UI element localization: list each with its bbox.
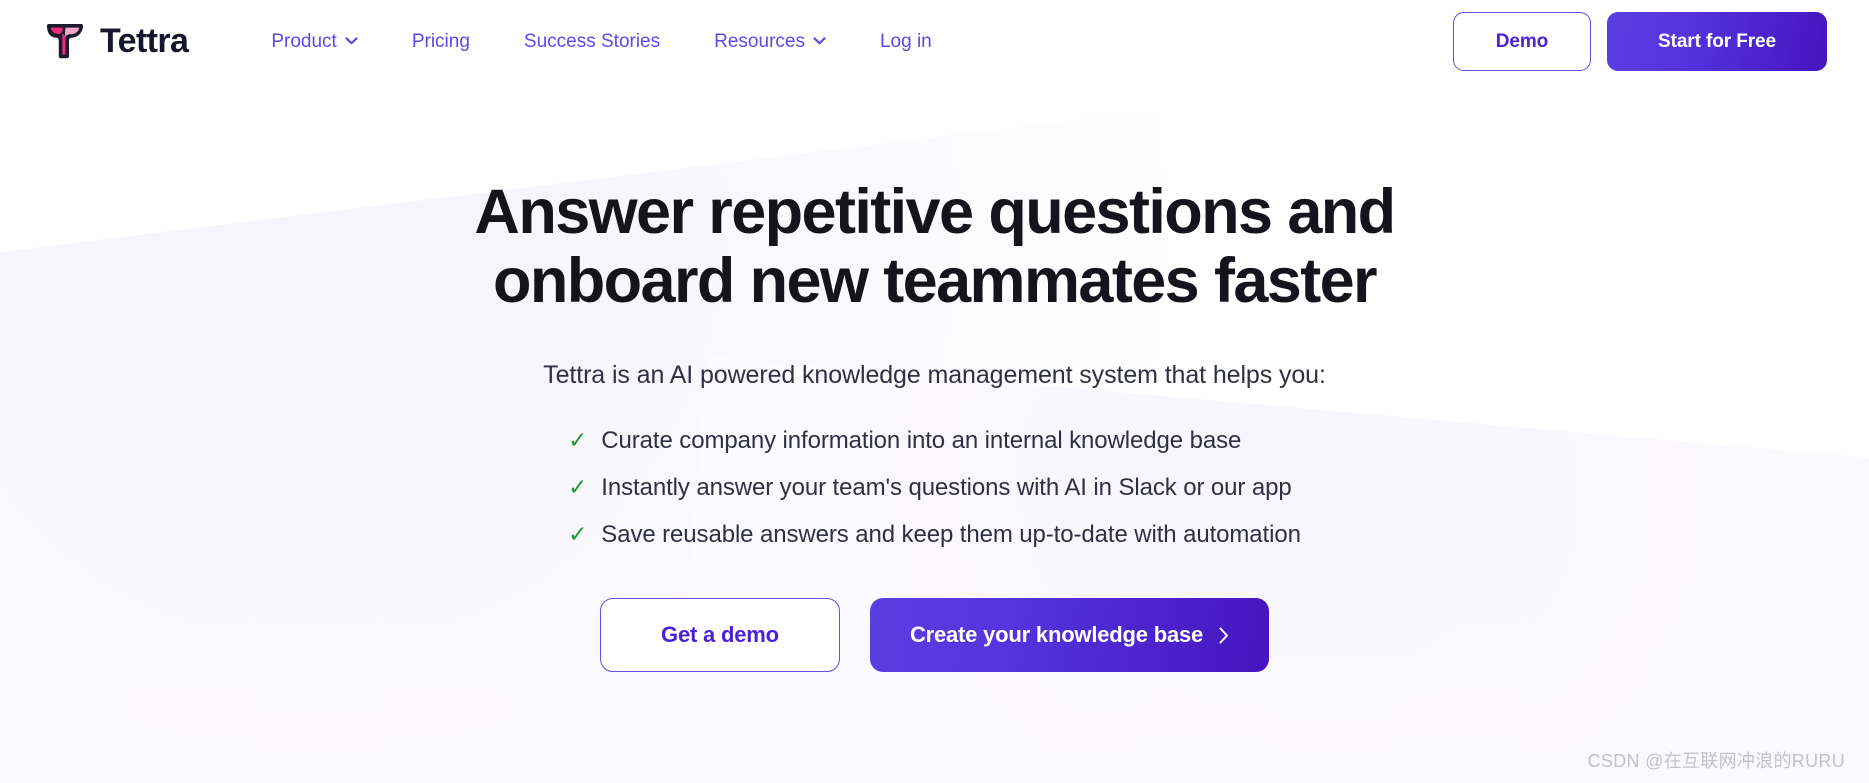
list-item-label: Curate company information into an inter… (601, 427, 1242, 455)
nav-item-pricing[interactable]: Pricing (385, 24, 497, 59)
brand-logo-link[interactable]: Tettra (42, 18, 189, 64)
nav-item-success-stories-label: Success Stories (523, 30, 661, 52)
hero-headline-line-2: onboard new teammates faster (493, 246, 1378, 317)
nav-item-pricing-label: Pricing (411, 30, 470, 52)
hero-cta-group: Get a demo Create your knowledge base (599, 598, 1270, 673)
nav-item-product-label: Product (271, 30, 337, 52)
chevron-right-icon (1219, 627, 1229, 644)
hero-headline: Answer repetitive questions and onboard … (474, 177, 1396, 317)
list-item: ✓ Instantly answer your team's questions… (568, 473, 1301, 503)
nav-item-success-stories[interactable]: Success Stories (497, 24, 687, 59)
create-knowledge-base-label: Create your knowledge base (909, 622, 1204, 648)
hero-section: Answer repetitive questions and onboard … (0, 82, 1869, 673)
header-actions: Demo Start for Free (1453, 11, 1827, 71)
list-item: ✓ Curate company information into an int… (568, 426, 1301, 456)
header-demo-button[interactable]: Demo (1453, 11, 1591, 71)
list-item-label: Save reusable answers and keep them up-t… (601, 521, 1301, 549)
site-header: Tettra Product Pricing Success Stories R… (0, 0, 1869, 82)
list-item-label: Instantly answer your team's questions w… (601, 474, 1292, 502)
check-icon: ✓ (568, 521, 588, 548)
check-icon: ✓ (568, 474, 588, 501)
list-item: ✓ Save reusable answers and keep them up… (568, 520, 1301, 550)
hero-headline-line-1: Answer repetitive questions and (474, 177, 1396, 247)
chevron-down-icon (813, 37, 826, 45)
hero-subheadline: Tettra is an AI powered knowledge manage… (543, 360, 1326, 389)
nav-item-log-in-label: Log in (879, 30, 932, 52)
tettra-logo-icon (46, 24, 84, 59)
get-a-demo-button[interactable]: Get a demo (599, 598, 840, 673)
primary-navigation: Product Pricing Success Stories Resource… (244, 24, 1453, 59)
check-icon: ✓ (568, 427, 588, 454)
nav-item-log-in[interactable]: Log in (853, 24, 959, 59)
nav-item-resources-label: Resources (714, 30, 805, 52)
nav-item-resources[interactable]: Resources (687, 24, 853, 59)
csdn-watermark: CSDN @在互联网冲浪的RURU (1587, 751, 1845, 771)
nav-item-product[interactable]: Product (244, 24, 384, 59)
header-start-for-free-button[interactable]: Start for Free (1607, 11, 1827, 71)
chevron-down-icon (345, 37, 358, 45)
brand-wordmark: Tettra (100, 22, 189, 60)
create-knowledge-base-button[interactable]: Create your knowledge base (869, 598, 1270, 673)
hero-benefit-list: ✓ Curate company information into an int… (568, 426, 1301, 550)
